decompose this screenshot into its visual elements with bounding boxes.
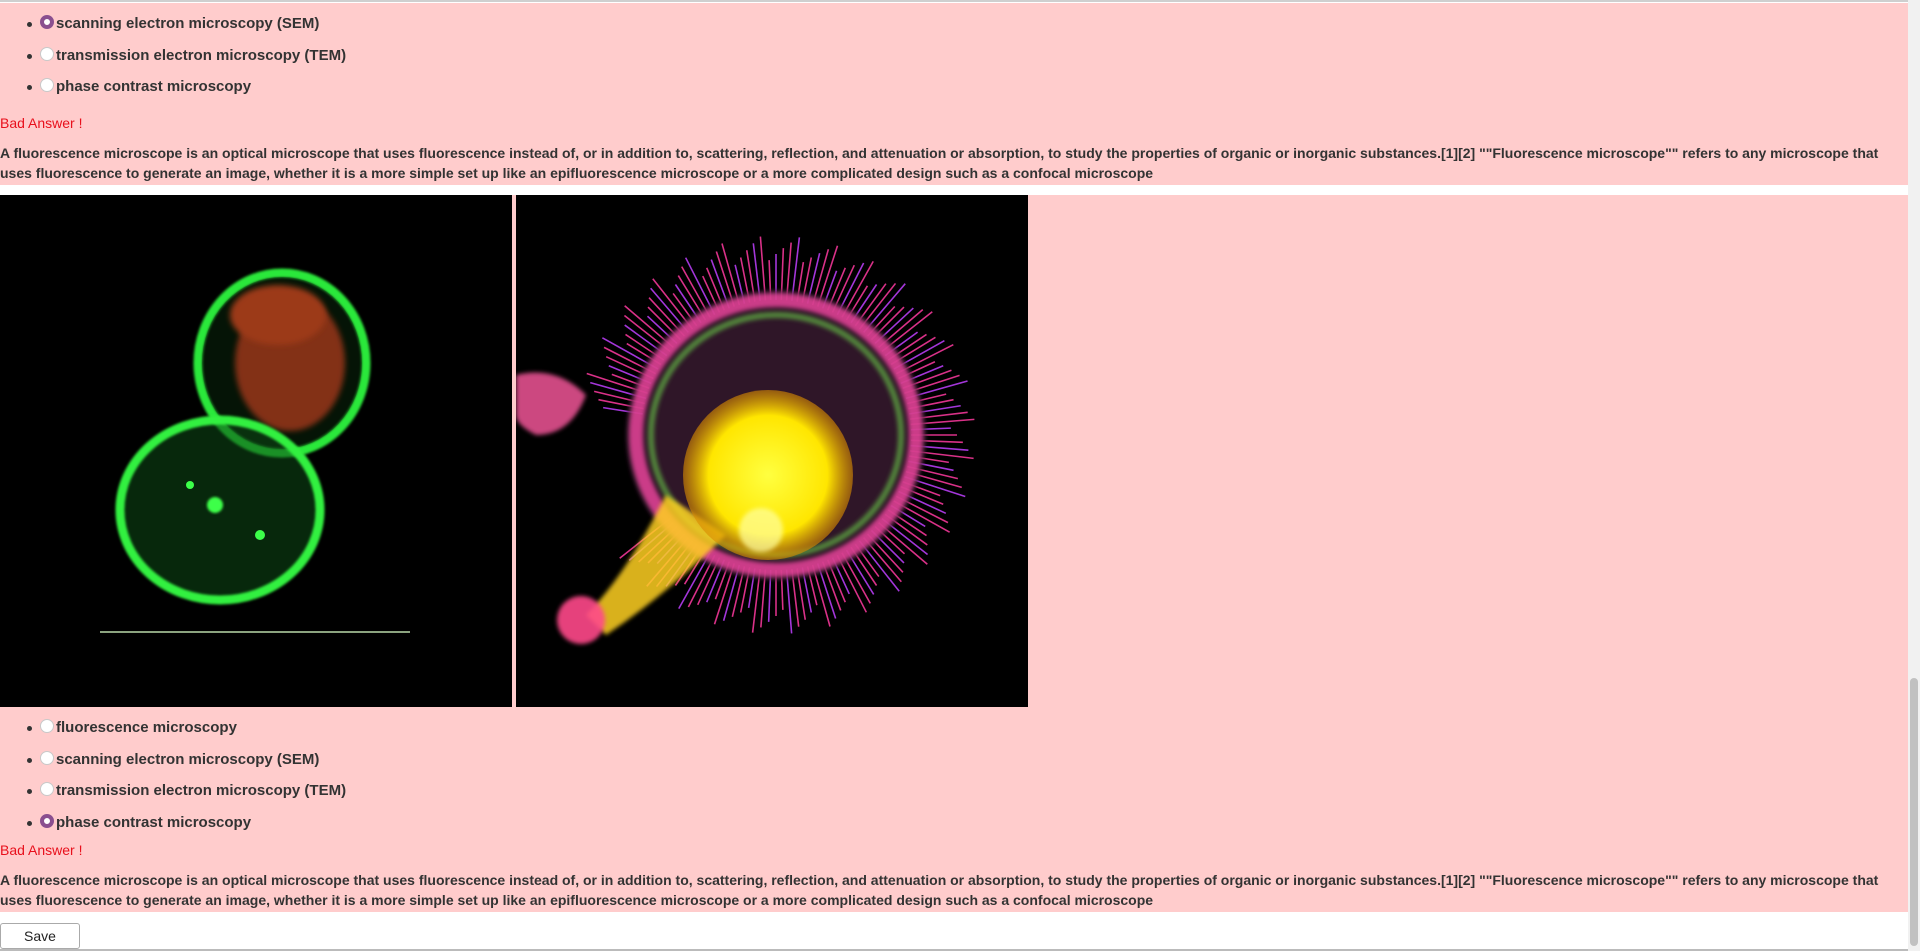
- scrollbar-track[interactable]: [1908, 0, 1920, 951]
- explanation-text: A fluorescence microscope is an optical …: [0, 145, 1879, 181]
- top-divider: [0, 0, 1908, 2]
- option-label: transmission electron microscopy (TEM): [56, 46, 347, 64]
- radio-button[interactable]: [40, 78, 54, 92]
- question-2-options: fluorescence microscopy scanning electro…: [0, 716, 600, 842]
- radio-button[interactable]: [40, 46, 54, 61]
- option-label: scanning electron microscopy (SEM): [56, 750, 320, 768]
- question-1-options: scanning electron microscopy (SEM) trans…: [0, 12, 600, 107]
- option-label: scanning electron microscopy (SEM): [56, 15, 320, 32]
- radio-button[interactable]: [40, 15, 54, 29]
- save-button[interactable]: Save: [0, 923, 80, 949]
- bullet: [27, 53, 32, 59]
- scrollbar-thumb[interactable]: [1910, 678, 1918, 946]
- option-item[interactable]: transmission electron microscopy (TEM): [0, 44, 600, 76]
- option-label: fluorescence microscopy: [56, 719, 237, 736]
- bullet: [27, 757, 32, 763]
- option-label: phase contrast microscopy: [56, 813, 252, 831]
- option-label: phase contrast microscopy: [56, 78, 252, 95]
- option-item[interactable]: scanning electron microscopy (SEM): [0, 12, 600, 44]
- question-2-panel: fluorescence microscopy scanning electro…: [0, 195, 1908, 912]
- bullet: [27, 789, 32, 794]
- option-item[interactable]: scanning electron microscopy (SEM): [0, 748, 600, 780]
- explanation-text: A fluorescence microscope is an optical …: [0, 872, 1879, 908]
- option-label: transmission electron microscopy (TEM): [56, 782, 347, 799]
- fluorescence-filopodia-cell-image: [516, 195, 1028, 707]
- bullet: [27, 22, 32, 27]
- radio-button[interactable]: [40, 782, 54, 796]
- bullet: [27, 726, 32, 731]
- option-item[interactable]: phase contrast microscopy: [0, 811, 600, 843]
- radio-button[interactable]: [40, 813, 54, 828]
- bullet: [27, 85, 32, 90]
- option-item[interactable]: transmission electron microscopy (TEM): [0, 779, 600, 811]
- fluorescence-cells-image: [0, 195, 512, 707]
- radio-button[interactable]: [40, 719, 54, 733]
- option-item[interactable]: fluorescence microscopy: [0, 716, 600, 748]
- radio-button[interactable]: [40, 750, 54, 765]
- bullet: [27, 820, 32, 826]
- question-1-panel: scanning electron microscopy (SEM) trans…: [0, 3, 1908, 185]
- option-item[interactable]: phase contrast microscopy: [0, 75, 600, 107]
- feedback-text: Bad Answer !: [0, 842, 83, 858]
- feedback-text: Bad Answer !: [0, 115, 83, 131]
